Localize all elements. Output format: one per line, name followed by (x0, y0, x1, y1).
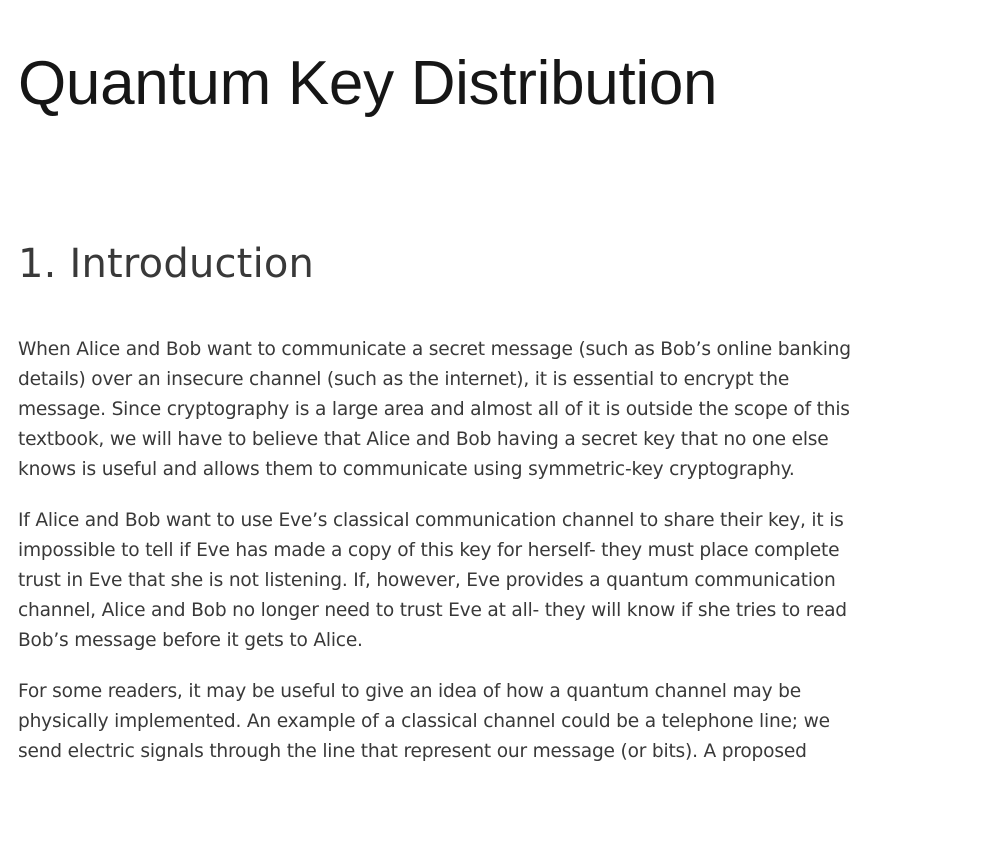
paragraph: For some readers, it may be useful to gi… (18, 681, 830, 762)
section-heading-introduction: 1. Introduction (18, 241, 315, 287)
document-page: Quantum Key Distribution 1. Introduction… (18, 0, 878, 767)
page-title: Quantum Key Distribution (18, 49, 718, 118)
paragraph: When Alice and Bob want to communicate a… (18, 339, 851, 480)
paragraph: If Alice and Bob want to use Eve’s class… (18, 510, 847, 651)
